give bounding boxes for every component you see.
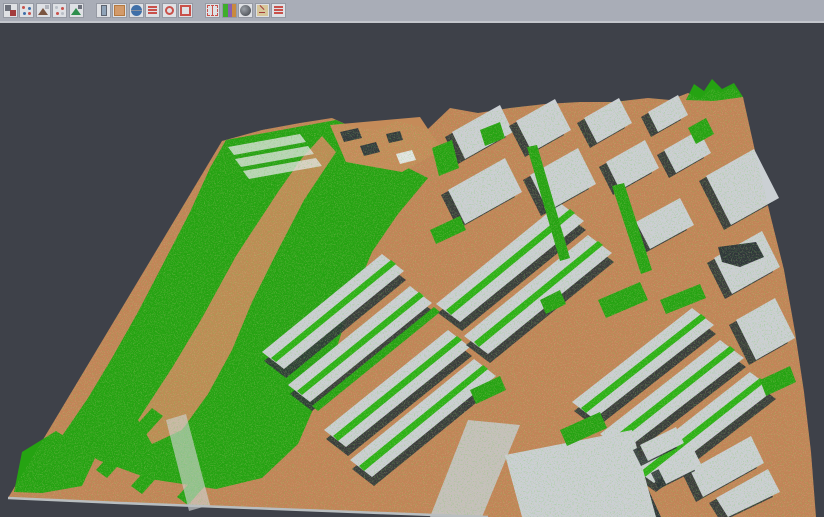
open-project-icon[interactable]	[4, 4, 17, 17]
flag-profile-icon[interactable]	[272, 4, 285, 17]
toolbar	[0, 0, 824, 23]
orthoimage-icon[interactable]	[113, 4, 126, 17]
cross-section-icon[interactable]	[97, 4, 110, 17]
terrain-model-icon[interactable]	[70, 4, 83, 17]
zoom-extent-icon[interactable]	[179, 4, 192, 17]
dem-surface-icon[interactable]	[37, 4, 50, 17]
classification-palette-icon[interactable]	[223, 4, 236, 17]
contour-points-icon[interactable]	[53, 4, 66, 17]
point-cloud-icon[interactable]	[20, 4, 33, 17]
target-circle-icon[interactable]	[163, 4, 176, 17]
viewport-3d[interactable]	[0, 23, 824, 517]
app-window	[0, 0, 824, 517]
point-speckle-overlay	[0, 0, 824, 517]
point-cloud-render	[0, 0, 824, 517]
annotation-marks-icon[interactable]	[256, 4, 269, 17]
sphere-render-icon[interactable]	[239, 4, 252, 17]
profile-lines-icon[interactable]	[146, 4, 159, 17]
globe-3d-view-icon[interactable]	[130, 4, 143, 17]
grid-selection-icon[interactable]	[206, 4, 219, 17]
